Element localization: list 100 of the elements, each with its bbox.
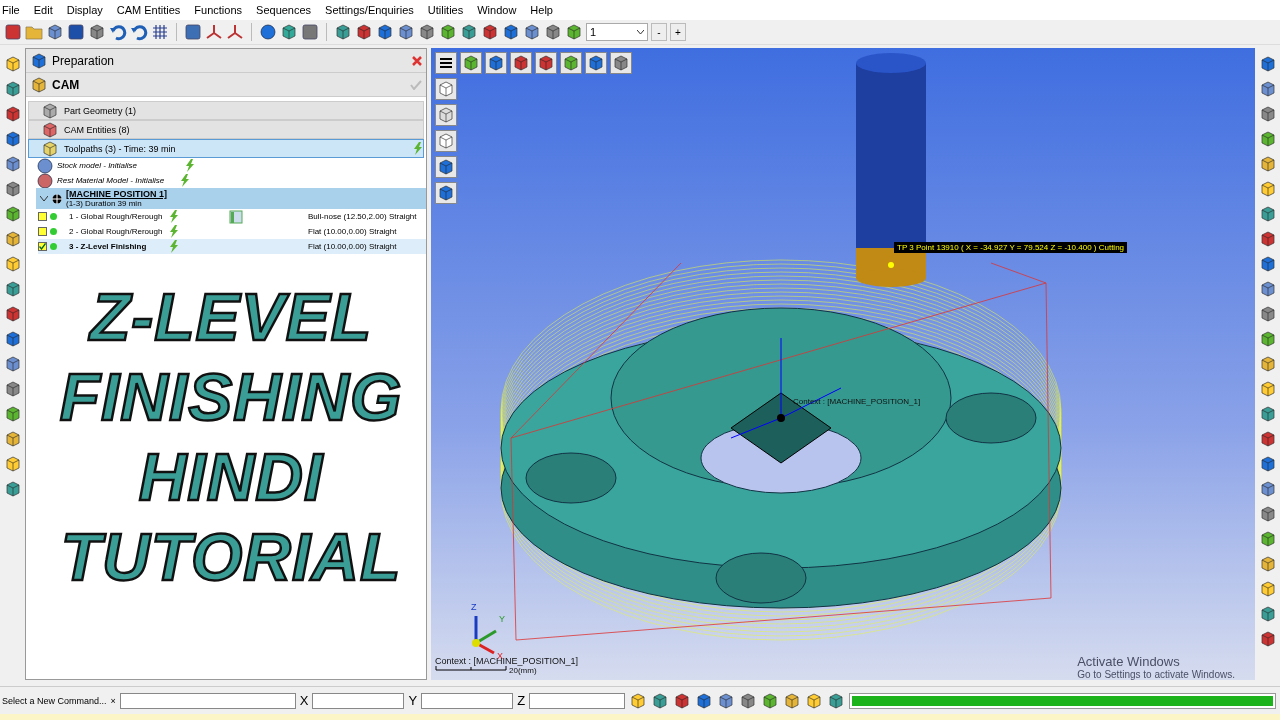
clear-button[interactable]: × [110, 695, 116, 706]
tool-icon[interactable] [827, 691, 846, 710]
tool-icon[interactable] [739, 691, 758, 710]
toolpath-row[interactable]: 1 - Global Rough/Rerough Bull-nose (12.50,2.00) Straight [38, 209, 426, 224]
cube-icon[interactable] [376, 23, 394, 41]
cube-icon[interactable] [418, 23, 436, 41]
menu-item[interactable]: Edit [33, 4, 53, 16]
tool-icon[interactable] [761, 691, 780, 710]
view-cube-button[interactable] [510, 52, 532, 74]
grid-icon[interactable] [151, 23, 169, 41]
tool-icon[interactable] [1258, 105, 1277, 123]
tool-icon[interactable] [3, 455, 22, 473]
cube-icon[interactable] [397, 23, 415, 41]
menu-item[interactable]: Window [477, 4, 517, 16]
tool-icon[interactable] [651, 691, 670, 710]
menu-button[interactable] [435, 52, 457, 74]
tool-icon[interactable] [3, 80, 22, 98]
tool-icon[interactable] [3, 155, 22, 173]
tool-icon[interactable] [3, 330, 22, 348]
view-cube-button[interactable] [460, 52, 482, 74]
coordinate-field[interactable] [529, 692, 626, 709]
menu-item[interactable]: Help [530, 4, 553, 16]
view-cube-button[interactable] [560, 52, 582, 74]
tool-icon[interactable] [3, 480, 22, 498]
cube-icon[interactable] [565, 23, 583, 41]
axes-icon[interactable] [205, 23, 223, 41]
cube-icon[interactable] [460, 23, 478, 41]
tool-icon[interactable] [3, 205, 22, 223]
checkbox[interactable] [38, 227, 47, 236]
tool-icon[interactable] [1258, 430, 1277, 448]
cube-icon[interactable] [502, 23, 520, 41]
tool-icon[interactable] [1258, 505, 1277, 523]
cube-icon[interactable] [355, 23, 373, 41]
menu-item[interactable]: CAM Entities [116, 4, 181, 16]
cube-icon[interactable] [41, 101, 59, 120]
view-select[interactable]: 1 [586, 23, 648, 41]
cube-icon[interactable] [46, 23, 64, 41]
tool-icon[interactable] [1258, 580, 1277, 598]
sphere-icon[interactable] [259, 23, 277, 41]
tool-icon[interactable] [3, 430, 22, 448]
tool-icon[interactable] [1258, 205, 1277, 223]
toolpaths-header[interactable]: Toolpaths (3) - Time: 39 min [28, 139, 424, 158]
tool-icon[interactable] [1258, 355, 1277, 373]
tool-icon[interactable] [1258, 130, 1277, 148]
tool-icon[interactable] [3, 405, 22, 423]
tool-icon[interactable] [1258, 605, 1277, 623]
tool-icon[interactable] [629, 691, 648, 710]
sphere-icon[interactable] [36, 156, 54, 175]
menu-item[interactable]: Functions [194, 4, 243, 16]
cube-icon[interactable] [280, 23, 298, 41]
tool-icon[interactable] [1258, 230, 1277, 248]
tool-icon[interactable] [1258, 380, 1277, 398]
checkbox[interactable] [38, 212, 47, 221]
cube-icon[interactable] [88, 23, 106, 41]
curved-arrow-icon[interactable] [109, 23, 127, 41]
tool-icon[interactable] [3, 305, 22, 323]
tool-icon[interactable] [695, 691, 714, 710]
menu-item[interactable]: File [2, 4, 20, 16]
view-cube-button[interactable] [435, 182, 457, 204]
step-button[interactable]: - [651, 23, 667, 41]
axes-icon[interactable] [226, 23, 244, 41]
view-cube-button[interactable] [485, 52, 507, 74]
cube-icon[interactable] [334, 23, 352, 41]
curved-arrow-icon[interactable] [130, 23, 148, 41]
tool-icon[interactable] [1258, 180, 1277, 198]
menu-item[interactable]: Sequences [256, 4, 312, 16]
box-icon[interactable] [41, 139, 59, 158]
menu-item[interactable]: Settings/Enquiries [325, 4, 414, 16]
tool-icon[interactable] [1258, 280, 1277, 298]
machine-position-row[interactable]: [MACHINE POSITION 1] (1-3) Duration 39 min [36, 188, 426, 209]
view-cube-button[interactable] [535, 52, 557, 74]
view-cube-button[interactable] [435, 156, 457, 178]
model-item[interactable]: Stock model - Initialise [57, 161, 138, 170]
tool-icon[interactable] [1258, 80, 1277, 98]
group-header[interactable]: CAM Entities (8) [28, 120, 424, 139]
checkbox[interactable] [38, 242, 47, 251]
model-item[interactable]: Rest Material Model - Initialise [57, 176, 165, 185]
tool-icon[interactable] [1258, 630, 1277, 648]
checkmark-icon[interactable] [410, 79, 422, 90]
tool-icon[interactable] [673, 691, 692, 710]
coordinate-field[interactable] [312, 692, 405, 709]
tool-icon[interactable] [1258, 155, 1277, 173]
cube-icon[interactable] [544, 23, 562, 41]
tool-icon[interactable] [1258, 555, 1277, 573]
coordinate-field[interactable] [421, 692, 514, 709]
toolpath-row[interactable]: 2 - Global Rough/Rerough Flat (10.00,0.00) Straight [38, 224, 426, 239]
tool-icon[interactable] [3, 280, 22, 298]
toolpath-row[interactable]: 3 - Z-Level Finishing Flat (10.00,0.00) Straight [38, 239, 426, 254]
tool-icon[interactable] [1258, 305, 1277, 323]
tool-icon[interactable] [3, 255, 22, 273]
tool-icon[interactable] [1258, 455, 1277, 473]
view-cube-button[interactable] [610, 52, 632, 74]
cube-icon[interactable] [439, 23, 457, 41]
tool-icon[interactable] [1258, 530, 1277, 548]
tool-icon[interactable] [3, 355, 22, 373]
tool-icon[interactable] [783, 691, 802, 710]
tool-icon[interactable] [1258, 55, 1277, 73]
cube-icon[interactable] [523, 23, 541, 41]
tool-icon[interactable] [717, 691, 736, 710]
tool-icon[interactable] [3, 105, 22, 123]
